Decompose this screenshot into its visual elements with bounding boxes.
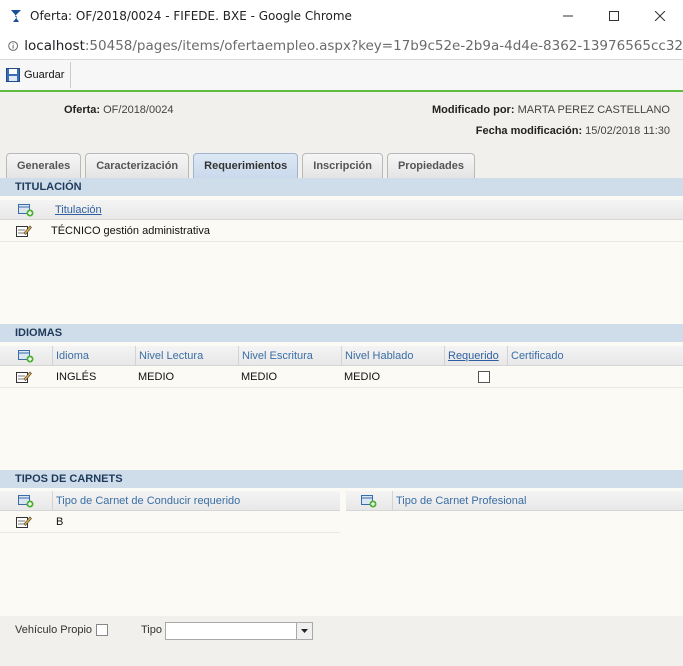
vehiculo-propio-checkbox[interactable] [96,624,108,636]
idiomas-header-row: Idioma Nivel Lectura Nivel Escritura Niv… [0,345,683,366]
col-nivel-hablado[interactable]: Nivel Hablado [341,345,444,366]
cell-nivel-hablado-text: MEDIO [344,371,381,383]
edit-row-button[interactable] [0,224,48,238]
floppy-disk-icon [6,68,20,82]
save-label: Guardar [24,69,65,81]
info-icon[interactable] [8,39,19,53]
cell-nivel-lectura: MEDIO [138,371,175,383]
address-bar[interactable]: localhost:50458/pages/items/ofertaempleo… [0,32,683,60]
titulacion-header-row: Titulación [0,200,683,220]
edit-icon [16,371,32,383]
table-row: TÉCNICO gestión administrativa [0,221,683,242]
save-button[interactable]: Guardar [0,62,72,88]
edit-icon [16,225,32,237]
toolbar: Guardar [0,60,683,92]
table-row: INGLÉS MEDIO MEDIO MEDIO [0,367,683,388]
edit-icon [16,516,32,528]
col-carnet-profesional[interactable]: Tipo de Carnet Profesional [392,490,683,511]
window-title: Oferta: OF/2018/0024 - FIFEDE. BXE - Goo… [30,9,352,23]
url-path: :50458/pages/items/ofertaempleo.aspx?key… [84,37,683,54]
add-carnet-conducir-button[interactable] [0,491,52,511]
col-carnet-conducir[interactable]: Tipo de Carnet de Conducir requerido [52,490,340,511]
col-nivel-escritura[interactable]: Nivel Escritura [238,345,341,366]
cell-nivel-hablado: MEDIO [341,371,467,383]
col-certificado[interactable]: Certificado [507,345,683,366]
footer-bar: Vehículo Propio Tipo [0,616,683,666]
tab-strip: Generales Caracterización Requerimientos… [6,153,475,178]
dropdown-arrow-icon[interactable] [296,623,312,639]
maximize-icon [609,11,619,21]
requerido-checkbox[interactable] [477,371,490,383]
cell-carnet-conducir: B [56,516,64,528]
cell-idioma: INGLÉS [56,371,97,383]
add-row-icon [18,203,34,216]
app-logo-icon [11,10,21,22]
table-row: B [0,512,340,533]
add-row-icon [361,494,377,507]
tab-requerimientos[interactable]: Requerimientos [193,153,299,178]
col-titulacion[interactable]: Titulación [52,200,683,220]
tab-content: TITULACIÓN Titulación TÉCNICO gestión ad… [0,178,683,616]
col-nivel-lectura[interactable]: Nivel Lectura [135,345,238,366]
vehiculo-propio-label: Vehículo Propio [15,624,93,636]
modificado-value: MARTA PEREZ CASTELLANO [517,104,670,116]
fecha-value: 15/02/2018 11:30 [585,125,670,137]
tab-generales[interactable]: Generales [6,153,82,178]
oferta-info: Oferta: OF/2018/0024 [64,104,173,116]
url-host: localhost [24,37,85,54]
oferta-label: Oferta: [64,104,101,116]
carnet-conducir-header-row: Tipo de Carnet de Conducir requerido [0,490,340,511]
cell-titulacion: TÉCNICO gestión administrativa [51,225,210,237]
col-idioma[interactable]: Idioma [52,345,135,366]
add-row-icon [18,494,34,507]
cell-requerido [467,371,497,383]
window-titlebar: Oferta: OF/2018/0024 - FIFEDE. BXE - Goo… [0,0,683,32]
oferta-value: OF/2018/0024 [103,104,174,116]
add-carnet-profesional-button[interactable] [346,491,392,511]
cell-nivel-escritura: MEDIO [241,371,278,383]
close-button[interactable] [637,0,683,32]
add-idioma-button[interactable] [0,346,52,366]
fecha-info: Fecha modificación: 15/02/2018 11:30 [476,125,670,137]
add-titulacion-button[interactable] [0,200,52,220]
fecha-label: Fecha modificación: [475,125,583,137]
edit-row-button[interactable] [0,515,48,529]
modificado-label: Modificado por: [432,104,515,116]
tab-inscripcion[interactable]: Inscripción [302,153,383,178]
maximize-button[interactable] [591,0,637,32]
close-icon [655,11,665,21]
carnet-profesional-header-row: Tipo de Carnet Profesional [346,490,683,511]
tipo-label: Tipo [141,624,162,636]
edit-row-button[interactable] [0,370,48,384]
minimize-icon [563,15,573,17]
minimize-button[interactable] [545,0,591,32]
titulacion-section-header: TITULACIÓN [0,178,683,196]
col-requerido[interactable]: Requerido [444,345,507,366]
tipo-select[interactable] [165,622,313,640]
modificado-info: Modificado por: MARTA PEREZ CASTELLANO [432,104,670,116]
carnets-section-header: TIPOS DE CARNETS [0,470,683,488]
url-text[interactable]: localhost:50458/pages/items/ofertaempleo… [24,38,683,54]
tab-caracterizacion[interactable]: Caracterización [85,153,190,178]
add-row-icon [18,349,34,362]
idiomas-section-header: IDIOMAS [0,324,683,342]
tab-propiedades[interactable]: Propiedades [386,153,475,178]
